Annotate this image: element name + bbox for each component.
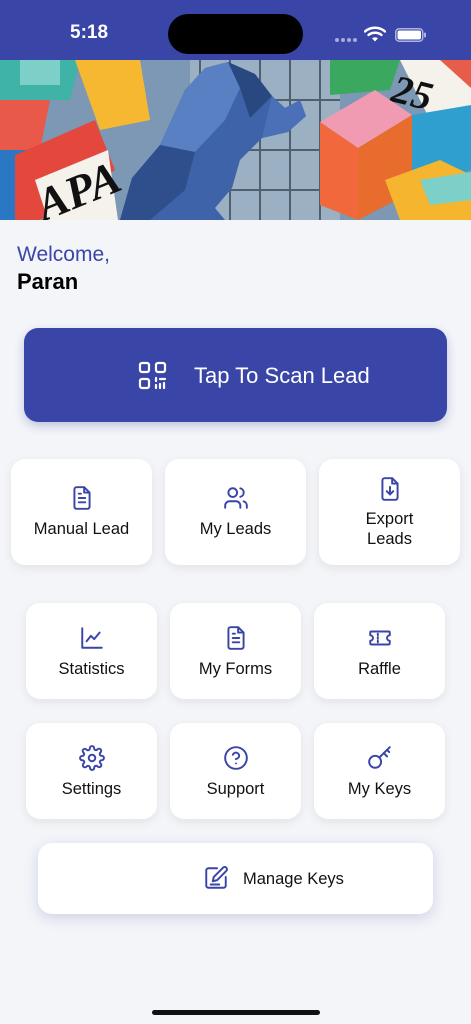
ticket-icon [368,630,391,646]
export-leads-label-line2: Leads [367,530,412,548]
my-keys-label: My Keys [347,780,412,798]
manual-lead-label: Manual Lead [33,520,130,538]
my-leads-label: My Leads [199,520,272,538]
status-bar: 5:18 [0,0,471,60]
support-button[interactable]: Support [170,723,301,819]
welcome-label: Welcome, [17,243,110,266]
manage-keys-button[interactable]: Manage Keys [38,843,433,914]
manage-keys-label: Manage Keys [243,870,344,888]
cellular-signal-icon [335,38,359,42]
status-time: 5:18 [70,22,109,43]
user-name: Paran [17,269,79,294]
my-leads-button[interactable]: My Leads [165,459,306,565]
dynamic-island [168,14,303,54]
help-circle-icon [223,746,248,770]
edit-note-icon [205,866,228,889]
export-leads-label-line1: Export [365,510,414,528]
wifi-icon [364,26,386,42]
raffle-button[interactable]: Raffle [314,603,445,699]
my-forms-label: My Forms [198,660,273,678]
raffle-label: Raffle [358,660,401,678]
battery-icon [395,28,426,42]
key-icon [367,746,391,769]
gear-icon [78,745,105,771]
line-chart-icon [80,627,103,649]
scan-lead-button[interactable]: Tap To Scan Lead [24,328,447,422]
home-indicator[interactable] [152,1010,320,1015]
my-forms-button[interactable]: My Forms [170,603,301,699]
document-icon [72,486,91,510]
scan-lead-label: Tap To Scan Lead [194,363,370,388]
file-download-icon [380,477,399,501]
statistics-label: Statistics [58,660,125,678]
qr-code-icon [138,361,167,390]
event-banner-image: APA 25 [0,60,471,220]
document-icon [226,626,245,650]
settings-button[interactable]: Settings [26,723,157,819]
manual-lead-button[interactable]: Manual Lead [11,459,152,565]
statistics-button[interactable]: Statistics [26,603,157,699]
export-leads-button[interactable]: Export Leads [319,459,460,565]
my-keys-button[interactable]: My Keys [314,723,445,819]
settings-label: Settings [61,780,122,798]
users-icon [223,487,248,509]
support-label: Support [206,780,265,798]
